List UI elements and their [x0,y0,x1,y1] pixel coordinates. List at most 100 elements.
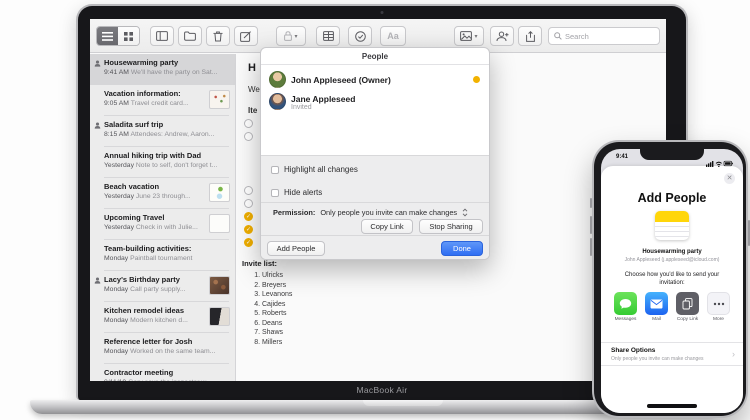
share-app-more[interactable]: More [707,292,730,322]
home-indicator[interactable] [647,404,697,408]
note-time: Monday [104,348,129,355]
note-list-item[interactable]: Reference letter for Josh Monday Worked … [90,333,235,364]
share-app-copy-link[interactable]: Copy Link [676,292,699,322]
permission-row: Permission: Only people you invite can m… [273,208,468,217]
note-title: Vacation information: [104,89,181,98]
hide-alerts-row[interactable]: Hide alerts [271,188,322,197]
note-title: Housewarming party [104,58,179,67]
person-status: Invited [291,104,312,111]
checklist-icon [354,30,366,42]
note-time: 9:41 AM [104,69,129,76]
note-list-item[interactable]: Kitchen remodel ideas Monday Modern kitc… [90,302,235,333]
permission-label: Permission: [273,208,316,217]
note-thumbnail [209,307,230,326]
gallery-view-icon [124,31,133,41]
note-time: 8:15 AM [104,131,129,138]
people-popover: People John Appleseed (Owner) Jane Apple… [260,47,490,260]
table-button[interactable] [316,26,340,46]
checklist-circle-empty[interactable] [244,132,253,141]
stepper-icon[interactable] [462,208,468,217]
messages-icon [619,298,632,309]
copy-link-button[interactable]: Copy Link [361,219,413,234]
note-title: Beach vacation [104,182,160,191]
note-thumbnail [209,276,230,295]
media-browser-button[interactable]: ▾ [454,26,484,46]
folder-icon [184,31,196,41]
battery-icon [723,160,733,167]
share-button[interactable] [518,26,542,46]
format-button[interactable]: Aa [380,26,406,46]
checklist-circle-empty[interactable] [244,186,253,195]
stop-sharing-button[interactable]: Stop Sharing [419,219,483,234]
checklist-circle-empty[interactable] [244,119,253,128]
shared-person-icon [94,277,101,284]
note-title: Saladita surf trip [104,120,164,129]
presence-dot [473,76,480,83]
add-people-button-toolbar[interactable] [490,26,514,46]
sheet-title: Add People [637,191,707,205]
chevron-down-icon: ▾ [474,33,478,40]
add-people-sheet: ✕ Add People Housewarming party John App… [601,166,743,413]
list-view-button[interactable] [97,27,118,45]
checklist-circle-checked[interactable]: ✓ [244,212,253,221]
share-app-messages[interactable]: Messages [614,292,637,322]
checklist-circle-checked[interactable]: ✓ [244,225,253,234]
list-view-icon [102,31,113,41]
note-preview: Attendees: Andrew, Aaron... [130,131,215,138]
add-people-button[interactable]: Add People [267,241,325,256]
checklist-circle-empty[interactable] [244,199,253,208]
note-time: 9:05 AM [104,100,129,107]
note-time: Monday [104,286,129,293]
notes-document-icon [655,211,689,240]
note-title: Annual hiking trip with Dad [104,151,202,160]
new-note-button[interactable] [234,26,258,46]
lock-button[interactable]: ▾ [276,26,306,46]
note-thumbnail [209,214,230,233]
avatar [269,71,286,88]
note-list-item[interactable]: Saladita surf trip 8:15 AM Attendees: An… [90,116,235,147]
popover-title: People [261,48,489,65]
note-thumbnail [209,183,230,202]
note-list-item[interactable]: Annual hiking trip with Dad Yesterday No… [90,147,235,178]
note-list-item[interactable]: Housewarming party 9:41 AM We'll have th… [90,54,235,85]
search-field[interactable] [548,27,660,45]
checkbox-label: Hide alerts [284,188,323,197]
note-list-item[interactable]: Beach vacation Yesterday June 23 through… [90,178,235,209]
note-preview: Check in with Julie... [135,224,198,231]
note-list-item[interactable]: Team-building activities: Monday Paintba… [90,240,235,271]
add-person-icon [496,31,508,41]
share-options-row[interactable]: Share Options Only people you invite can… [601,342,743,366]
table-icon [322,31,334,41]
iphone: 9:41 ✕ Add People Housewarming party Joh… [590,140,750,418]
share-app-mail[interactable]: Mail [645,292,668,322]
invitee: Roberts [262,309,292,319]
note-list-item[interactable]: Upcoming Travel Yesterday Check in with … [90,209,235,240]
note-list-item[interactable]: Lacy's Birthday party Monday Call party … [90,271,235,302]
sidebar-toggle-button[interactable] [150,26,174,46]
iphone-screen: 9:41 ✕ Add People Housewarming party Joh… [601,149,743,413]
note-preview: Paintball tournament [130,255,193,262]
checkbox[interactable] [271,188,279,197]
note-time: Yesterday [104,224,134,231]
wifi-icon [715,161,722,166]
search-input[interactable] [565,31,651,41]
checklist-button[interactable] [348,26,372,46]
invitee: Deans [262,319,292,329]
mute-switch [590,198,592,208]
close-icon[interactable]: ✕ [724,173,735,184]
checkbox[interactable] [271,165,279,174]
permission-dropdown[interactable]: Only people you invite can make changes [320,208,457,217]
avatar [269,93,286,110]
checklist-circle-checked[interactable]: ✓ [244,238,253,247]
note-time: 8/11/19 [104,379,126,381]
invitation-prompt: Choose how you'd like to send your invit… [624,272,720,286]
folders-button[interactable] [178,26,202,46]
done-button[interactable]: Done [441,241,483,256]
note-list-item[interactable]: Contractor meeting 8/11/19 Gary says the… [90,364,235,381]
delete-note-button[interactable] [206,26,230,46]
gallery-view-button[interactable] [118,27,139,45]
shared-note-name: Housewarming party [642,249,702,255]
highlight-changes-row[interactable]: Highlight all changes [271,165,358,174]
trash-icon [213,31,223,41]
note-list-item[interactable]: Vacation information: 9:05 AM Travel cre… [90,85,235,116]
